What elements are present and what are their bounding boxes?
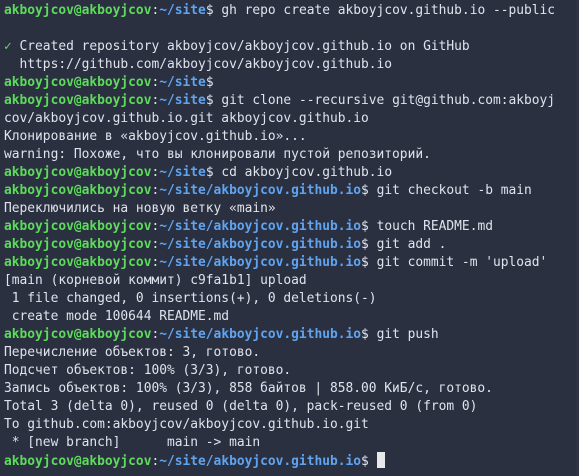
prompt-user: akboyjcov@akboyjcov (4, 237, 152, 252)
prompt-user: akboyjcov@akboyjcov (4, 3, 152, 18)
prompt-path: ~/site/akboyjcov.github.io (159, 183, 362, 198)
prompt-path: ~/site/akboyjcov.github.io (159, 454, 362, 469)
prompt-user: akboyjcov@akboyjcov (4, 219, 152, 234)
prompt-dollar: $ (361, 183, 377, 198)
output-line: Клонирование в «akboyjcov.github.io»... (4, 129, 307, 144)
prompt-line: akboyjcov@akboyjcov:~/site/akboyjcov.git… (4, 326, 579, 344)
output-line: * [new branch] main -> main (4, 435, 261, 450)
prompt-dollar: $ (361, 327, 377, 342)
prompt-path: ~/site/akboyjcov.github.io (159, 237, 362, 252)
prompt-line: akboyjcov@akboyjcov:~/site/akboyjcov.git… (4, 236, 579, 254)
prompt-path: ~/site (159, 93, 206, 108)
prompt-path: ~/site (159, 3, 206, 18)
prompt-path: ~/site (159, 165, 206, 180)
output-line: ✓ Created repository akboyjcov/akboyjcov… (4, 38, 579, 56)
command-text: git clone --recursive git@github.com:akb… (221, 93, 556, 108)
output-line: Total 3 (delta 0), reused 0 (delta 0), p… (4, 399, 478, 414)
prompt-line: akboyjcov@akboyjcov:~/site$ (4, 74, 579, 92)
prompt-line: akboyjcov@akboyjcov:~/site/akboyjcov.git… (4, 254, 579, 272)
prompt-line: akboyjcov@akboyjcov:~/site/akboyjcov.git… (4, 452, 579, 470)
prompt-path: ~/site/akboyjcov.github.io (159, 327, 362, 342)
prompt-user: akboyjcov@akboyjcov (4, 327, 152, 342)
output-line: warning: Похоже, что вы клонировали пуст… (4, 147, 431, 162)
prompt-user: akboyjcov@akboyjcov (4, 183, 152, 198)
prompt-path: ~/site/akboyjcov.github.io (159, 219, 362, 234)
prompt-dollar: $ (361, 454, 377, 469)
command-text: gh repo create akboyjcov.github.io --pub… (221, 3, 556, 18)
command-text: git commit -m 'upload' (376, 255, 548, 270)
terminal-output: akboyjcov@akboyjcov:~/site$ gh repo crea… (4, 2, 579, 470)
output-line: 1 file changed, 0 insertions(+), 0 delet… (4, 291, 377, 306)
command-text: git push (376, 327, 439, 342)
output-line: Перечисление объектов: 3, готово. (4, 345, 261, 360)
prompt-dollar: $ (205, 75, 222, 90)
output-line: Переключились на новую ветку «main» (4, 201, 276, 216)
text-cursor[interactable] (376, 452, 385, 468)
prompt-user: akboyjcov@akboyjcov (4, 165, 152, 180)
checkmark-icon: ✓ (4, 39, 12, 54)
prompt-dollar: $ (205, 93, 222, 108)
prompt-user: akboyjcov@akboyjcov (4, 93, 152, 108)
prompt-line: akboyjcov@akboyjcov:~/site$ git clone --… (4, 92, 579, 110)
output-line: [main (корневой коммит) c9fa1b1] upload (4, 273, 307, 288)
prompt-line: akboyjcov@akboyjcov:~/site/akboyjcov.git… (4, 182, 579, 200)
prompt-path: ~/site/akboyjcov.github.io (159, 255, 362, 270)
command-text: cd akboyjcov.github.io (221, 165, 393, 180)
prompt-path: ~/site (159, 75, 206, 90)
prompt-dollar: $ (361, 219, 377, 234)
prompt-line: akboyjcov@akboyjcov:~/site$ cd akboyjcov… (4, 164, 579, 182)
output-line: create mode 100644 README.md (4, 309, 230, 324)
output-text: Created repository akboyjcov/akboyjcov.g… (11, 39, 470, 54)
output-line: https://github.com/akboyjcov/akboyjcov.g… (4, 57, 393, 72)
terminal-window[interactable]: akboyjcov@akboyjcov:~/site$ gh repo crea… (0, 0, 579, 476)
prompt-user: akboyjcov@akboyjcov (4, 255, 152, 270)
output-line: Запись объектов: 100% (3/3), 858 байтов … (4, 381, 493, 396)
command-text: touch README.md (376, 219, 493, 234)
prompt-user: akboyjcov@akboyjcov (4, 75, 152, 90)
prompt-user: akboyjcov@akboyjcov (4, 454, 152, 469)
output-line: To github.com:akboyjcov/akboyjcov.github… (4, 417, 369, 432)
output-line: Подсчет объектов: 100% (3/3), готово. (4, 363, 292, 378)
output-line: cov/akboyjcov.github.io.git akboyjcov.gi… (4, 111, 369, 126)
prompt-line: akboyjcov@akboyjcov:~/site/akboyjcov.git… (4, 218, 579, 236)
prompt-dollar: $ (361, 255, 377, 270)
prompt-dollar: $ (361, 237, 377, 252)
prompt-dollar: $ (205, 165, 222, 180)
prompt-line: akboyjcov@akboyjcov:~/site$ gh repo crea… (4, 2, 579, 20)
prompt-dollar: $ (205, 3, 222, 18)
command-text: git checkout -b main (376, 183, 532, 198)
command-text: git add . (376, 237, 447, 252)
